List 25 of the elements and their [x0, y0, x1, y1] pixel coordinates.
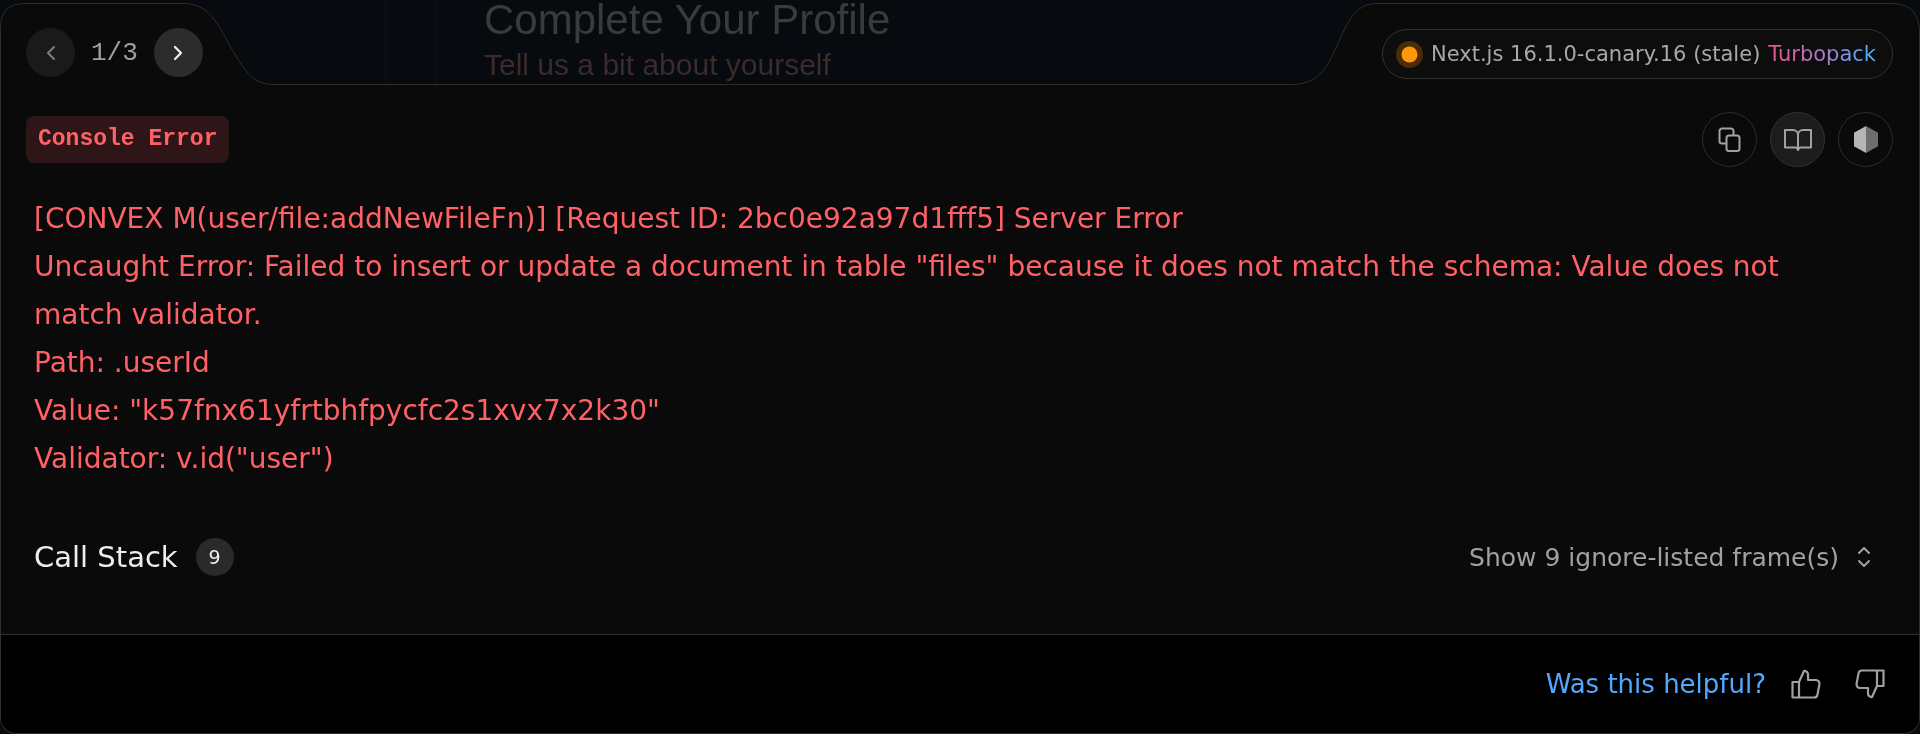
version-badge[interactable]: Next.js 16.1.0-canary.16 (stale) Turbopack [1382, 29, 1893, 79]
thumbs-down-button[interactable] [1854, 668, 1886, 700]
error-message-line: Validator: v.id("user") [34, 441, 335, 477]
error-message-line: [CONVEX M(user/file:addNewFileFn)] [Request ID: 2bc0e92a97d1fff5] Server Error [34, 201, 1184, 237]
error-message-line: Value: "k57fnx61yfrtbhfpycfc2s1xvx7x2k30" [34, 393, 661, 429]
book-icon [1783, 127, 1812, 152]
thumbs-down-icon [1855, 669, 1885, 699]
version-label: Next.js 16.1.0-canary.16 (stale) [1431, 42, 1761, 66]
call-stack-title: Call Stack [34, 540, 178, 574]
frame-count-badge: 9 [195, 538, 234, 576]
page-counter: 1/3 [91, 37, 138, 68]
hexagon-icon [1853, 126, 1878, 153]
thumbs-up-icon [1791, 669, 1821, 699]
chevron-up-down-icon [1857, 546, 1871, 568]
status-dot-icon [1396, 40, 1423, 68]
show-frames-button[interactable]: Show 9 ignore-listed frame(s) [1469, 542, 1871, 572]
error-type-badge: Console Error [26, 116, 230, 163]
thumbs-up-button[interactable] [1790, 668, 1822, 700]
error-message-line: Uncaught Error: Failed to insert or update a document in table "files" because it does not match the schema: Value does not match validator. [34, 249, 1780, 333]
chevron-right-icon [173, 44, 184, 61]
bundler-label: Turbopack [1768, 42, 1876, 66]
chevron-left-icon [45, 44, 56, 61]
feedback-link[interactable]: Was this helpful? [1545, 669, 1766, 699]
error-message-line: Path: .userId [34, 345, 211, 381]
copy-icon [1717, 126, 1742, 153]
